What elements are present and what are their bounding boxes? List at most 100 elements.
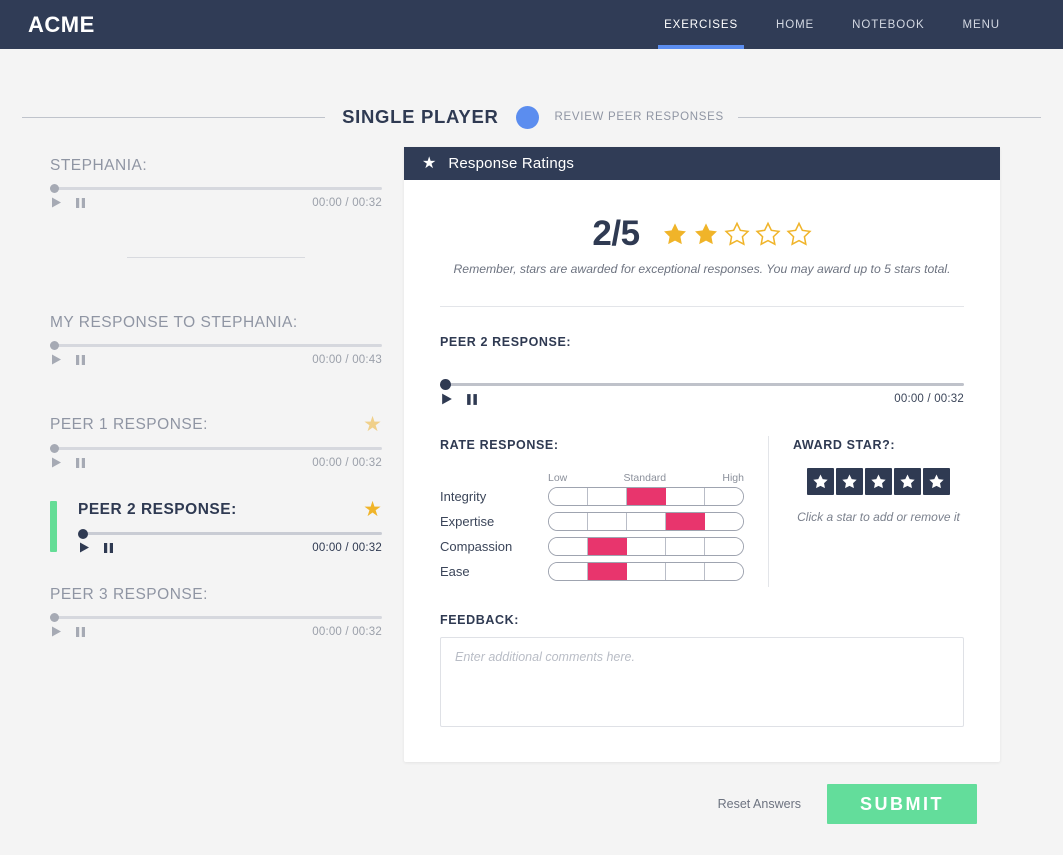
award-star-button[interactable] — [807, 468, 834, 495]
slider-segment[interactable] — [705, 538, 743, 555]
award-star-button[interactable] — [865, 468, 892, 495]
segmented-slider[interactable] — [548, 537, 744, 556]
awarded-star-icon: ★ — [363, 498, 382, 521]
slider-segment[interactable] — [627, 488, 666, 505]
award-star-button[interactable] — [836, 468, 863, 495]
rate-response-label: RATE RESPONSE: — [440, 438, 559, 452]
play-icon[interactable] — [50, 625, 63, 638]
slider-segment[interactable] — [549, 488, 588, 505]
pause-icon[interactable] — [75, 197, 86, 209]
scrubber-handle[interactable] — [50, 444, 59, 453]
audio-scrubber[interactable] — [50, 341, 382, 350]
reset-answers-link[interactable]: Reset Answers — [718, 797, 801, 811]
scale-mark-standard: Standard — [623, 472, 667, 484]
audio-header: PEER 3 RESPONSE: — [50, 586, 382, 604]
nav-item-label: MENU — [962, 18, 1000, 31]
star-empty-icon — [785, 221, 812, 247]
slider-segment[interactable] — [588, 563, 627, 580]
stepper-rule-right — [737, 116, 1041, 118]
slider-row-compassion: Compassion — [440, 537, 744, 556]
slider-segment[interactable] — [666, 513, 705, 530]
scrubber-handle[interactable] — [50, 184, 59, 193]
top-navigation-bar: ACME EXERCISES HOME NOTEBOOK MENU — [0, 0, 1063, 49]
scale-mark-low: Low — [548, 472, 568, 484]
slider-segment[interactable] — [588, 538, 627, 555]
audio-header: STEPHANIA: — [50, 157, 382, 175]
scrubber-handle[interactable] — [78, 528, 88, 539]
pause-icon[interactable] — [75, 626, 86, 638]
segmented-slider[interactable] — [548, 487, 744, 506]
audio-scrubber[interactable] — [50, 444, 382, 453]
feedback-group: FEEDBACK: — [440, 613, 964, 732]
page-content: STEPHANIA: 00:00 / 00:32 MY RESPONSE TO … — [0, 147, 1063, 824]
audio-scrubber[interactable] — [50, 184, 382, 193]
pause-icon[interactable] — [103, 542, 114, 554]
panel-divider — [440, 306, 964, 307]
slider-segment[interactable] — [705, 513, 743, 530]
slider-label: Compassion — [440, 539, 513, 554]
pause-icon[interactable] — [466, 393, 478, 406]
slider-segment[interactable] — [627, 563, 666, 580]
main-player-section: PEER 2 RESPONSE: 00:00 / 00:32 — [440, 333, 964, 406]
slider-segment[interactable] — [549, 563, 588, 580]
nav-item-menu[interactable]: MENU — [944, 0, 1019, 49]
slider-label: Expertise — [440, 514, 495, 529]
play-icon[interactable] — [78, 541, 91, 554]
nav-item-label: EXERCISES — [664, 18, 739, 31]
scrubber-handle[interactable] — [50, 613, 59, 622]
audio-controls: 00:00 / 00:43 — [50, 350, 382, 366]
audio-controls: 00:00 / 00:32 — [50, 622, 382, 638]
audio-header: PEER 1 RESPONSE: ★ — [50, 414, 382, 435]
active-track-highlight: PEER 2 RESPONSE: ★ 00:00 / 00:32 — [50, 499, 382, 554]
nav-item-home[interactable]: HOME — [757, 0, 833, 49]
slider-segment[interactable] — [705, 563, 743, 580]
nav-item-label: NOTEBOOK — [852, 18, 925, 31]
slider-segment[interactable] — [705, 488, 743, 505]
pause-icon[interactable] — [75, 457, 86, 469]
award-star-button[interactable] — [923, 468, 950, 495]
audio-header: MY RESPONSE TO STEPHANIA: — [50, 314, 382, 332]
stepper-rule-left — [22, 116, 326, 118]
feedback-textarea[interactable] — [440, 637, 964, 727]
audio-scrubber[interactable] — [440, 379, 964, 390]
slider-segment[interactable] — [588, 513, 627, 530]
play-icon[interactable] — [50, 353, 63, 366]
audio-block-peer-2[interactable]: PEER 2 RESPONSE: ★ 00:00 / 00:32 — [78, 499, 382, 554]
audio-controls: 00:00 / 00:32 — [440, 389, 964, 406]
slider-segment[interactable] — [549, 513, 588, 530]
sidebar-divider — [127, 257, 305, 258]
play-icon[interactable] — [50, 456, 63, 469]
slider-segment[interactable] — [627, 538, 666, 555]
sidebar-track-list: STEPHANIA: 00:00 / 00:32 MY RESPONSE TO … — [22, 147, 382, 660]
segmented-slider[interactable] — [548, 512, 744, 531]
audio-timecode: 00:00 / 00:32 — [312, 541, 382, 554]
segmented-slider[interactable] — [548, 562, 744, 581]
scrubber-handle[interactable] — [440, 379, 451, 390]
main-player-label: PEER 2 RESPONSE: — [440, 335, 572, 349]
panel-header: ★ Response Ratings — [404, 147, 1000, 180]
slider-segment[interactable] — [666, 563, 705, 580]
scrubber-handle[interactable] — [50, 341, 59, 350]
feedback-label: FEEDBACK: — [440, 613, 520, 627]
score-value: 2/5 — [592, 214, 640, 253]
audio-timecode: 00:00 / 00:32 — [312, 456, 382, 469]
stepper-next-step-label: REVIEW PEER RESPONSES — [554, 111, 724, 123]
play-icon[interactable] — [440, 392, 454, 406]
audio-scrubber[interactable] — [50, 613, 382, 622]
slider-segment[interactable] — [588, 488, 627, 505]
nav-item-exercises[interactable]: EXERCISES — [645, 0, 757, 49]
award-star-button[interactable] — [894, 468, 921, 495]
slider-segment[interactable] — [666, 488, 705, 505]
slider-segment[interactable] — [549, 538, 588, 555]
audio-timecode: 00:00 / 00:32 — [312, 625, 382, 638]
stepper-dot — [515, 105, 539, 129]
pause-icon[interactable] — [75, 354, 86, 366]
nav-item-label: HOME — [776, 18, 815, 31]
submit-button[interactable]: SUBMIT — [827, 784, 977, 824]
slider-segment[interactable] — [666, 538, 705, 555]
audio-scrubber[interactable] — [78, 528, 382, 539]
scale-marks: Low Standard High — [440, 472, 744, 484]
slider-segment[interactable] — [627, 513, 666, 530]
nav-item-notebook[interactable]: NOTEBOOK — [833, 0, 943, 49]
play-icon[interactable] — [50, 196, 63, 209]
